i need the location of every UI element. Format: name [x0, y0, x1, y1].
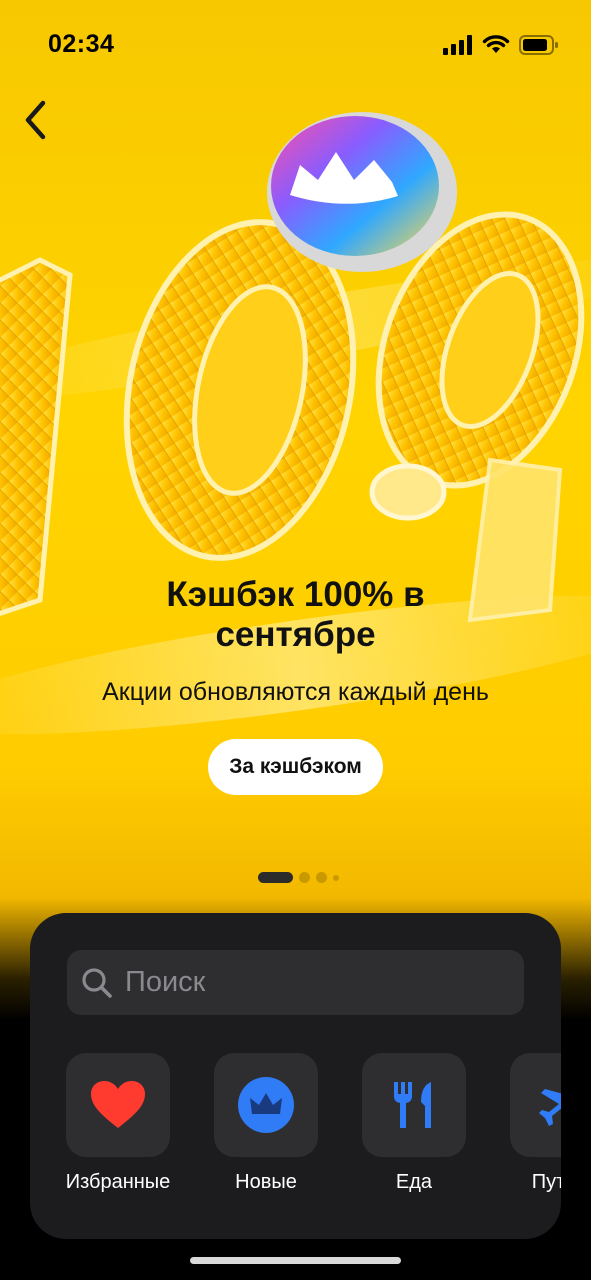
category-list: Избранные Новые Еда Пут [66, 1053, 561, 1203]
category-label: Путеш [531, 1171, 561, 1193]
category-tile [362, 1053, 466, 1157]
category-food[interactable]: Еда [362, 1053, 466, 1194]
category-tile [66, 1053, 170, 1157]
battery-icon [519, 35, 558, 55]
carousel-pager[interactable] [0, 872, 591, 883]
heart-icon [91, 1081, 145, 1128]
status-time: 02:34 [48, 30, 115, 58]
home-indicator [190, 1257, 401, 1264]
bottom-sheet: Поиск Избранные Новые Еда Пут [30, 913, 561, 1239]
wifi-icon [482, 35, 510, 53]
promo-banner[interactable] [0, 0, 591, 1020]
category-tile [510, 1053, 561, 1157]
category-label: Еда [395, 1171, 433, 1193]
status-icons [443, 35, 559, 55]
fork-knife-icon [394, 1082, 431, 1128]
category-label: Избранные [66, 1171, 171, 1193]
status-bar: 02:34 [0, 0, 591, 90]
back-button[interactable] [14, 96, 58, 144]
airplane-icon [539, 1089, 561, 1126]
pager-dot[interactable] [333, 874, 339, 881]
search-placeholder: Поиск [125, 966, 206, 998]
category-label: Новые [235, 1171, 297, 1193]
pager-dot-active[interactable] [258, 872, 293, 883]
pager-dot[interactable] [299, 872, 310, 883]
category-travel[interactable]: Путеш [510, 1053, 561, 1194]
cellular-signal-icon [443, 35, 472, 55]
search-icon [82, 967, 112, 998]
category-new[interactable]: Новые [214, 1053, 318, 1194]
promo-subtitle: Акции обновляются каждый день [102, 678, 489, 706]
search-input[interactable]: Поиск [67, 950, 524, 1015]
crown-icon [238, 1077, 294, 1133]
promo-content: Кэшбэк 100% в сентябре Акции обновляются… [0, 575, 591, 795]
promo-title: Кэшбэк 100% в сентябре [166, 575, 425, 654]
category-favorites[interactable]: Избранные [66, 1053, 170, 1194]
chevron-left-icon [25, 100, 46, 140]
cashback-button[interactable]: За кэшбэком [208, 739, 383, 795]
category-tile [214, 1053, 318, 1157]
pager-dot[interactable] [316, 872, 327, 883]
